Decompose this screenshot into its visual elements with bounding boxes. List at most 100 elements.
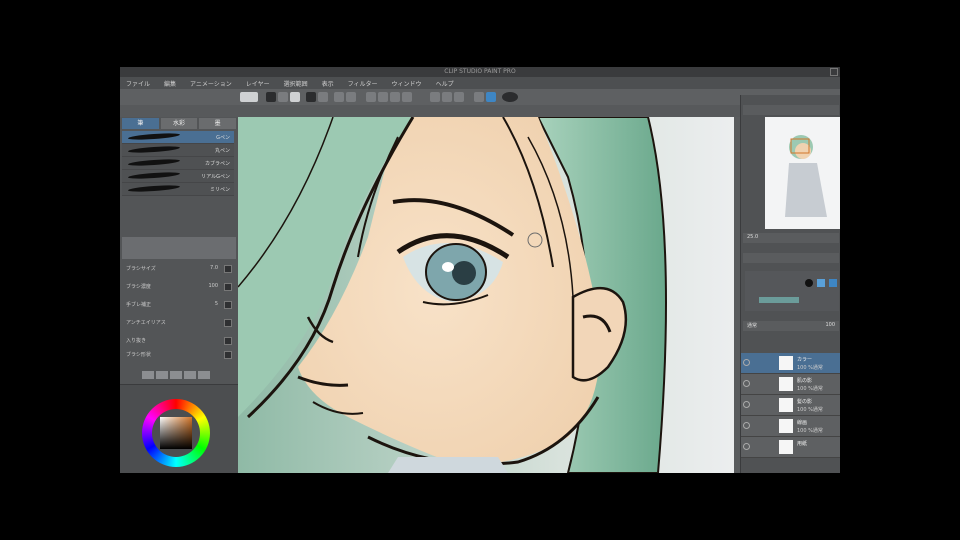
color-bar[interactable] (759, 297, 799, 303)
command-bar (120, 89, 840, 106)
aa-level[interactable] (198, 371, 210, 379)
layer-row[interactable]: 用紙 (741, 437, 840, 458)
crop-icon[interactable] (390, 92, 400, 102)
visibility-eye-icon[interactable] (743, 401, 750, 408)
visibility-eye-icon[interactable] (743, 443, 750, 450)
snap-ruler-icon[interactable] (430, 92, 440, 102)
tab-ink[interactable]: 墨 (199, 118, 237, 129)
menu-edit[interactable]: 編集 (164, 79, 176, 88)
tool-property-panel: 筆 水彩 墨 Gペン 丸ペン カブラペン リアルGペン ミリペン ブラシサイズ … (120, 117, 239, 473)
property-toggle[interactable] (224, 351, 232, 359)
aa-level[interactable] (156, 371, 168, 379)
property-label: 手ブレ補正 (126, 302, 152, 308)
property-toggle[interactable] (224, 301, 232, 309)
property-toggle[interactable] (224, 265, 232, 273)
layer-name: 用紙 (797, 441, 808, 447)
drawing-canvas[interactable] (238, 117, 734, 473)
property-label: ブラシサイズ (126, 266, 156, 272)
redo-icon[interactable] (318, 92, 328, 102)
deselect-icon[interactable] (366, 92, 376, 102)
new-file-icon[interactable] (266, 92, 276, 102)
layer-opacity[interactable]: 100 (825, 322, 835, 328)
menu-filter[interactable]: フィルター (348, 79, 378, 88)
brush-name: カブラペン (204, 161, 230, 167)
snap-grid-icon[interactable] (442, 92, 452, 102)
clear-icon[interactable] (334, 92, 344, 102)
property-antialiasing[interactable]: アンチエイリアス (126, 317, 234, 329)
menu-window[interactable]: ウィンドウ (392, 79, 422, 88)
layer-thumbnail (779, 440, 793, 454)
undo-icon[interactable] (306, 92, 316, 102)
visibility-eye-icon[interactable] (743, 422, 750, 429)
snap-perspective-icon[interactable] (454, 92, 464, 102)
property-label: ブラシ形状 (126, 352, 151, 358)
menu-animation[interactable]: アニメーション (190, 79, 232, 88)
navigator-preview[interactable] (765, 117, 840, 229)
menu-selection[interactable]: 選択範囲 (284, 79, 308, 88)
saturation-value-square[interactable] (160, 417, 192, 449)
property-brush-shape[interactable]: ブラシ形状 (126, 349, 234, 361)
aa-level[interactable] (184, 371, 196, 379)
ruler-icon[interactable] (486, 92, 496, 102)
property-value: 5 (214, 301, 218, 307)
property-toggle[interactable] (224, 337, 232, 345)
property-stabilization[interactable]: 手ブレ補正 5 (126, 299, 234, 311)
right-panel: 25.0 通常 100 カラー 100 %通常 肌の影 100 %通常 髪の影 … (740, 95, 840, 473)
brush-category-tabs: 筆 水彩 墨 (122, 118, 237, 129)
layer-mode: 100 %通常 (797, 407, 823, 413)
brush-name: リアルGペン (201, 174, 230, 180)
invert-selection-icon[interactable] (378, 92, 388, 102)
blend-mode[interactable]: 通常 (747, 322, 757, 329)
layer-name: 髪の影 (797, 399, 813, 405)
fill-icon[interactable] (402, 92, 412, 102)
visibility-eye-icon[interactable] (743, 359, 750, 366)
color-chip[interactable] (829, 279, 837, 287)
property-brush-size[interactable]: ブラシサイズ 7.0 (126, 263, 234, 275)
aa-level[interactable] (170, 371, 182, 379)
property-toggle[interactable] (224, 319, 232, 327)
brush-size-preview (122, 237, 236, 259)
open-file-icon[interactable] (278, 92, 288, 102)
antialiasing-levels[interactable] (142, 371, 210, 379)
brush-item-round-pen[interactable]: 丸ペン (122, 144, 234, 157)
pupil (452, 261, 476, 285)
layer-row[interactable]: 線画 100 %通常 (741, 416, 840, 437)
color-wheel[interactable] (142, 399, 210, 467)
layer-mode: 100 %通常 (797, 428, 823, 434)
save-icon[interactable] (290, 92, 300, 102)
brush-item-milli-pen[interactable]: ミリペン (122, 183, 234, 196)
property-toggle[interactable] (224, 283, 232, 291)
zoom-value: 25.0 (747, 234, 759, 240)
layer-thumbnail (779, 398, 793, 412)
title-bar: CLIP STUDIO PAINT PRO (120, 67, 840, 77)
layer-name: カラー (797, 357, 813, 363)
color-set-panel (745, 271, 839, 311)
eye-highlight (442, 262, 454, 272)
aa-level[interactable] (142, 371, 154, 379)
tab-watercolor[interactable]: 水彩 (160, 118, 198, 129)
brush-item-g-pen[interactable]: Gペン (122, 131, 234, 144)
transform-icon[interactable] (346, 92, 356, 102)
color-dot[interactable] (805, 279, 813, 287)
visibility-eye-icon[interactable] (743, 380, 750, 387)
canvas-view-button[interactable] (240, 92, 258, 102)
brush-name: ミリペン (209, 187, 230, 193)
brush-item-real-g-pen[interactable]: リアルGペン (122, 170, 234, 183)
menu-view[interactable]: 表示 (322, 79, 334, 88)
color-chip[interactable] (817, 279, 825, 287)
menu-file[interactable]: ファイル (126, 79, 150, 88)
clip-studio-icon[interactable] (502, 92, 518, 102)
layer-row[interactable]: カラー 100 %通常 (741, 353, 840, 374)
tab-pen[interactable]: 筆 (122, 118, 159, 129)
layer-name: 肌の影 (797, 378, 813, 384)
property-taper[interactable]: 入り抜き (126, 335, 234, 347)
property-value: 7.0 (210, 265, 218, 271)
brush-item-kabura-pen[interactable]: カブラペン (122, 157, 234, 170)
menu-layer[interactable]: レイヤー (246, 79, 270, 88)
window-close-button[interactable] (830, 68, 838, 76)
layer-row[interactable]: 肌の影 100 %通常 (741, 374, 840, 395)
menu-help[interactable]: ヘルプ (436, 79, 454, 88)
lock-icon[interactable] (474, 92, 484, 102)
layer-row[interactable]: 髪の影 100 %通常 (741, 395, 840, 416)
property-brush-density[interactable]: ブラシ濃度 100 (126, 281, 234, 293)
